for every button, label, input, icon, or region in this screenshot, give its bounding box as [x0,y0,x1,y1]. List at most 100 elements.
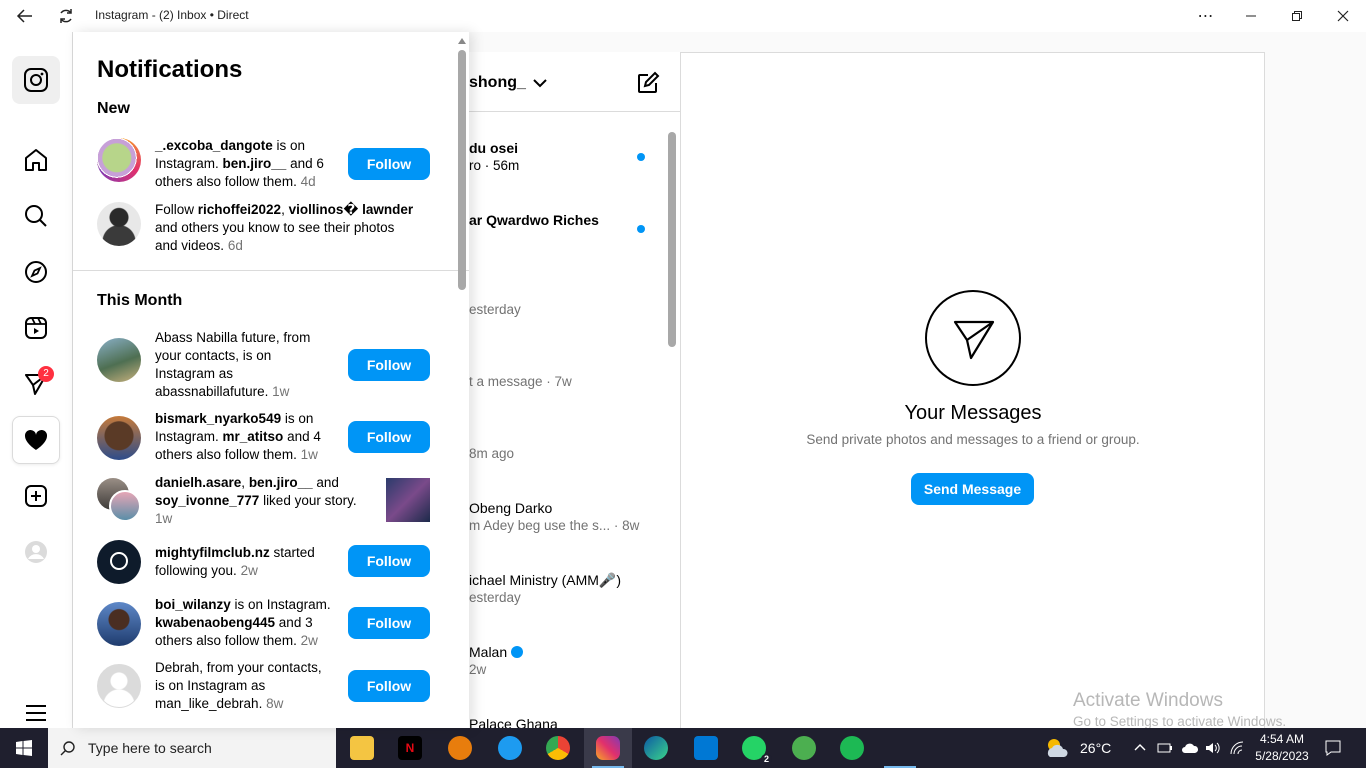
profile-button[interactable] [12,528,60,576]
story-thumbnail[interactable] [386,478,430,522]
whatsapp-taskbar-button[interactable]: 2 [730,728,778,768]
follow-button[interactable]: Follow [348,349,430,381]
vscode-taskbar-button[interactable] [682,728,730,768]
taskbar-search-box[interactable]: Type here to search [48,728,336,768]
avatar[interactable] [97,202,141,246]
twitter-taskbar-button[interactable] [486,728,534,768]
conversation-name: Obeng Darko [469,500,553,516]
avatar[interactable] [97,138,141,182]
notifications-title: Notifications [97,56,243,83]
username-link[interactable]: _.excoba_dangote [155,138,273,153]
reels-button[interactable] [12,304,60,352]
follow-button[interactable]: Follow [348,148,430,180]
username-link[interactable]: soy_ivonne_777 [155,493,259,508]
conversation-name: Malan [469,644,524,660]
onedrive-cloud-icon[interactable] [1181,741,1199,755]
whatsapp-icon: 2 [742,736,772,764]
close-button[interactable] [1320,0,1366,32]
open-window-taskbar-button[interactable] [876,728,924,768]
send-message-button[interactable]: Send Message [911,473,1034,505]
notification-time: 6d [227,238,243,253]
avatar[interactable] [97,664,141,708]
username-link[interactable]: mr_atitso [223,429,284,444]
notification-center-icon[interactable] [1324,739,1342,757]
username-link[interactable]: viollinos� lawnder [289,202,414,217]
notification-text-part: , [241,475,249,490]
film-club-logo-icon [110,552,128,570]
section-new-title: New [97,100,130,117]
explore-button[interactable] [12,248,60,296]
notification-time: 1w [300,447,318,462]
conversation-preview: m Adey beg use the s... · 8w [469,518,640,533]
spotify-taskbar-button[interactable] [828,728,876,768]
clock-time: 4:54 AM [1259,732,1305,746]
refresh-button[interactable] [43,0,89,32]
follow-button[interactable]: Follow [348,421,430,453]
new-message-icon[interactable] [636,71,660,95]
username-link[interactable]: richoffei2022 [198,202,281,217]
blender-taskbar-button[interactable] [436,728,484,768]
username-link[interactable]: bismark_nyarko549 [155,411,281,426]
notification-text-part: liked your story. [259,493,357,508]
notification-time: 4d [300,174,316,189]
follow-button[interactable]: Follow [348,670,430,702]
conversation-preview: t a message · 7w [469,374,572,389]
nav-rail: 2 [0,32,73,728]
username-link[interactable]: mightyfilmclub.nz [155,545,270,560]
start-button[interactable] [0,728,48,768]
chevron-down-icon[interactable] [531,74,549,92]
battery-icon[interactable] [1157,741,1173,755]
username-link[interactable]: kwabenaobeng445 [155,615,275,630]
chrome-taskbar-button[interactable] [534,728,582,768]
avatar[interactable] [97,416,141,460]
wifi-icon[interactable] [1229,741,1245,755]
edge-taskbar-button[interactable] [632,728,680,768]
instagram-icon [596,736,620,760]
page-background-right [1265,32,1366,728]
profile-avatar-icon [25,541,47,563]
notifications-scrollbar[interactable] [458,50,466,290]
inbox-username[interactable]: shong_ [469,74,526,92]
follow-button[interactable]: Follow [348,545,430,577]
follow-button[interactable]: Follow [348,607,430,639]
instagram-logo-button[interactable] [12,56,60,104]
window-title: Instagram - (2) Inbox • Direct [95,8,249,22]
restore-button[interactable] [1274,0,1320,32]
taskbar-clock[interactable]: 4:54 AM 5/28/2023 [1252,731,1312,765]
username-link[interactable]: ben.jiro__ [223,156,287,171]
conversation-name: du osei [469,140,519,156]
divider [73,270,469,271]
unread-dot [637,225,645,233]
create-button[interactable] [12,472,60,520]
username-link[interactable]: boi_wilanzy [155,597,231,612]
file-explorer-taskbar-button[interactable] [338,728,386,768]
avatar[interactable] [97,602,141,646]
minimize-button[interactable] [1228,0,1274,32]
inbox-scrollbar[interactable] [668,132,676,347]
clock-date: 5/28/2023 [1255,749,1309,763]
title-bar: Instagram - (2) Inbox • Direct ⋯ [0,0,1366,32]
home-button[interactable] [12,136,60,184]
verified-badge-icon [511,646,524,658]
scroll-up-arrow-icon[interactable] [458,38,466,44]
notifications-button[interactable] [12,416,60,464]
activate-windows-watermark: Activate Windows Go to Settings to activ… [1073,690,1286,729]
weather-widget[interactable]: 26°C [1044,728,1111,768]
notification-time: 2w [240,563,258,578]
instagram-taskbar-button[interactable] [584,728,632,768]
avatar[interactable] [109,490,141,522]
avatar[interactable] [97,338,141,382]
more-button[interactable]: ⋯ [1183,0,1229,32]
menu-button[interactable] [12,698,60,728]
netflix-taskbar-button[interactable]: N [386,728,434,768]
search-button[interactable] [12,192,60,240]
vscode-icon [694,736,718,760]
username-link[interactable]: danielh.asare [155,475,241,490]
utorrent-taskbar-button[interactable] [780,728,828,768]
chevron-up-icon[interactable] [1134,742,1146,754]
username-link[interactable]: ben.jiro__ [249,475,313,490]
messages-button[interactable]: 2 [12,360,60,408]
avatar[interactable] [97,540,141,584]
back-button[interactable] [2,0,48,32]
volume-icon[interactable] [1205,741,1221,755]
